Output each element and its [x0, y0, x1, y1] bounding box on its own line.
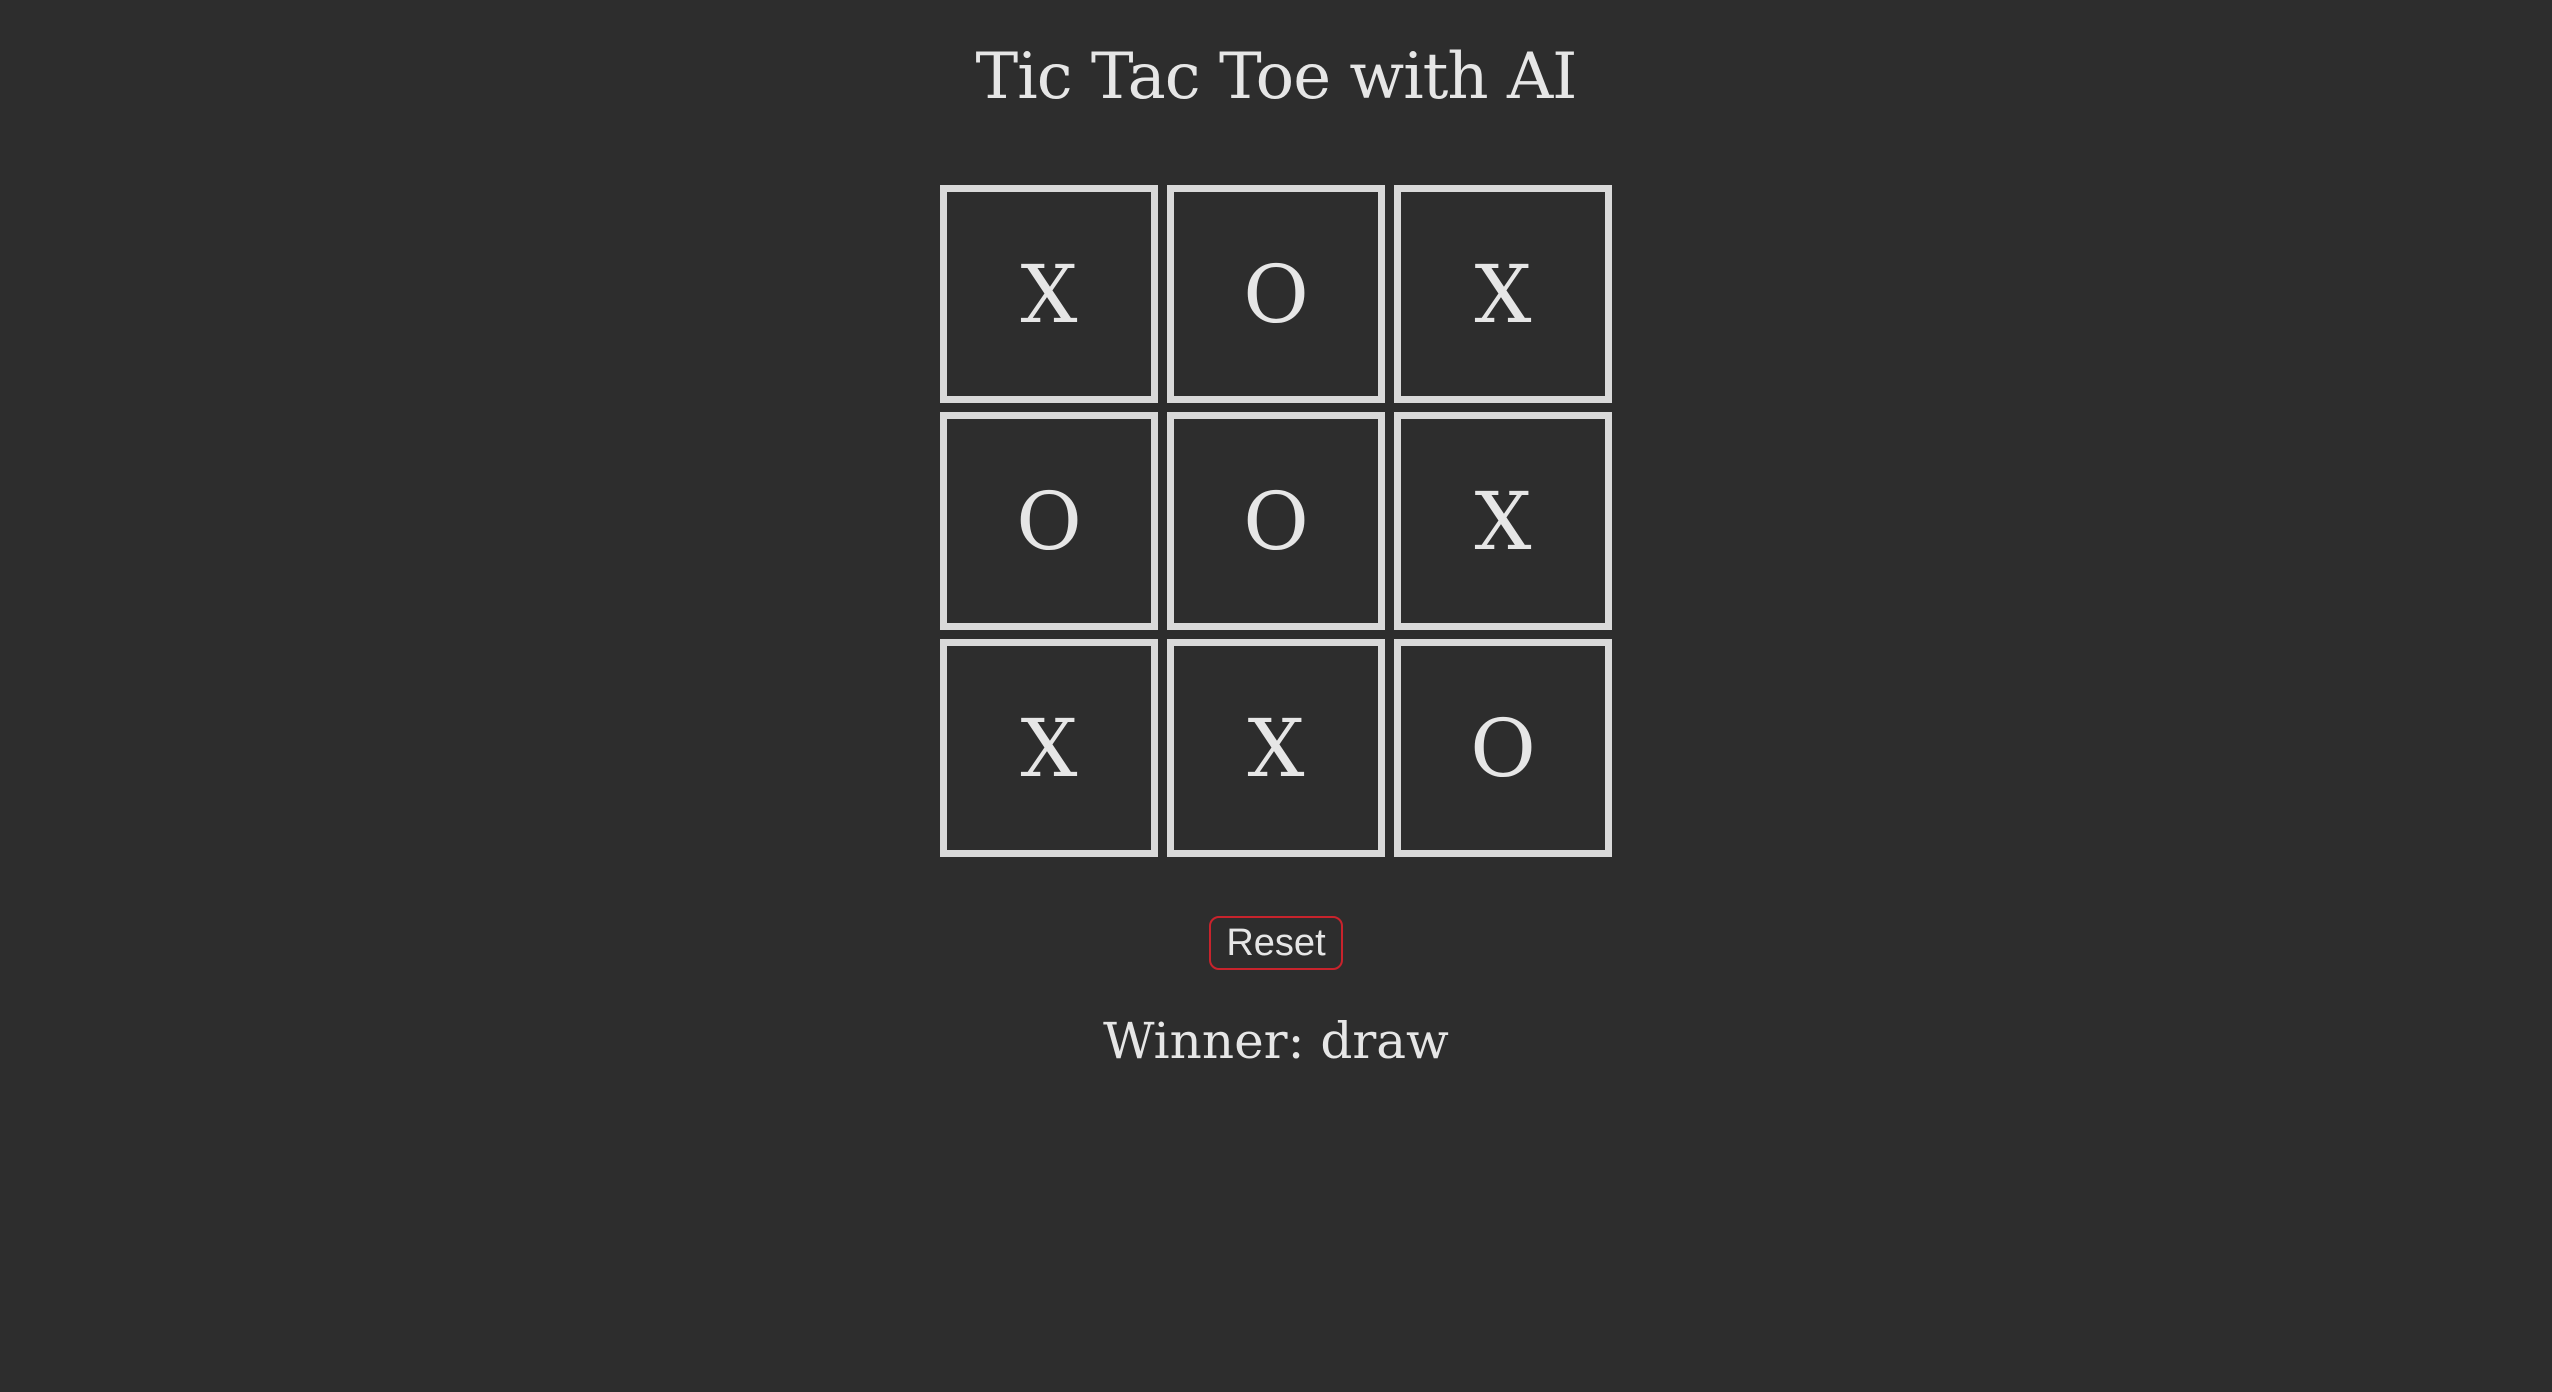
- winner-label: Winner:: [1103, 1012, 1321, 1070]
- winner-status: Winner: draw: [0, 1012, 2552, 1070]
- board-cell-1[interactable]: O: [1167, 185, 1385, 403]
- page-title: Tic Tac Toe with AI: [975, 40, 1578, 114]
- board-cell-7[interactable]: X: [1167, 639, 1385, 857]
- game-page: Tic Tac Toe with AI X O X O O X X X O Re…: [0, 0, 2552, 1392]
- board-cell-0[interactable]: X: [940, 185, 1158, 403]
- board-cell-8[interactable]: O: [1394, 639, 1612, 857]
- game-board: X O X O O X X X O: [940, 185, 1612, 857]
- board-cell-4[interactable]: O: [1167, 412, 1385, 630]
- board-cell-3[interactable]: O: [940, 412, 1158, 630]
- board-cell-5[interactable]: X: [1394, 412, 1612, 630]
- board-cell-6[interactable]: X: [940, 639, 1158, 857]
- board-cell-2[interactable]: X: [1394, 185, 1612, 403]
- winner-value: draw: [1320, 1012, 1449, 1070]
- reset-button[interactable]: Reset: [1209, 916, 1343, 970]
